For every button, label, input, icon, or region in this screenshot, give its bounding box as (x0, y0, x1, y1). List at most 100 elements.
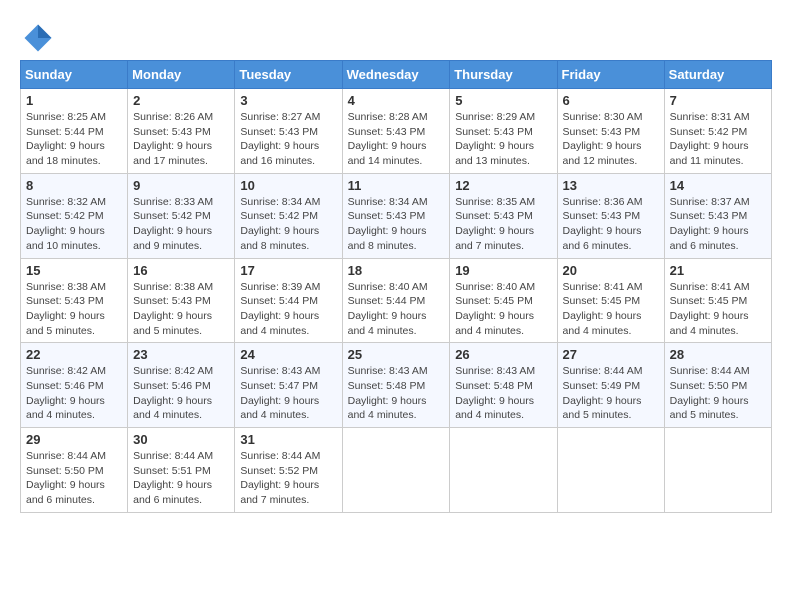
day-info: Sunrise: 8:35 AM Sunset: 5:43 PM Dayligh… (455, 195, 551, 254)
day-info: Sunrise: 8:44 AM Sunset: 5:50 PM Dayligh… (670, 364, 766, 423)
day-number: 25 (348, 347, 445, 362)
day-number: 1 (26, 93, 122, 108)
day-number: 8 (26, 178, 122, 193)
page-header (20, 20, 772, 56)
day-number: 16 (133, 263, 229, 278)
day-number: 30 (133, 432, 229, 447)
weekday-header-thursday: Thursday (450, 61, 557, 89)
day-number: 5 (455, 93, 551, 108)
day-number: 31 (240, 432, 336, 447)
day-number: 13 (563, 178, 659, 193)
day-number: 20 (563, 263, 659, 278)
calendar-cell: 31 Sunrise: 8:44 AM Sunset: 5:52 PM Dayl… (235, 428, 342, 513)
calendar-cell (557, 428, 664, 513)
day-info: Sunrise: 8:43 AM Sunset: 5:48 PM Dayligh… (348, 364, 445, 423)
day-info: Sunrise: 8:44 AM Sunset: 5:50 PM Dayligh… (26, 449, 122, 508)
day-info: Sunrise: 8:41 AM Sunset: 5:45 PM Dayligh… (563, 280, 659, 339)
calendar-week-1: 1 Sunrise: 8:25 AM Sunset: 5:44 PM Dayli… (21, 89, 772, 174)
day-number: 17 (240, 263, 336, 278)
day-number: 27 (563, 347, 659, 362)
day-info: Sunrise: 8:31 AM Sunset: 5:42 PM Dayligh… (670, 110, 766, 169)
day-number: 12 (455, 178, 551, 193)
day-number: 19 (455, 263, 551, 278)
calendar-cell: 13 Sunrise: 8:36 AM Sunset: 5:43 PM Dayl… (557, 173, 664, 258)
calendar-cell (342, 428, 450, 513)
calendar-table: SundayMondayTuesdayWednesdayThursdayFrid… (20, 60, 772, 513)
day-number: 10 (240, 178, 336, 193)
day-info: Sunrise: 8:25 AM Sunset: 5:44 PM Dayligh… (26, 110, 122, 169)
calendar-cell: 28 Sunrise: 8:44 AM Sunset: 5:50 PM Dayl… (664, 343, 771, 428)
calendar-cell: 7 Sunrise: 8:31 AM Sunset: 5:42 PM Dayli… (664, 89, 771, 174)
calendar-cell: 6 Sunrise: 8:30 AM Sunset: 5:43 PM Dayli… (557, 89, 664, 174)
calendar-cell: 11 Sunrise: 8:34 AM Sunset: 5:43 PM Dayl… (342, 173, 450, 258)
day-number: 6 (563, 93, 659, 108)
calendar-cell: 15 Sunrise: 8:38 AM Sunset: 5:43 PM Dayl… (21, 258, 128, 343)
day-info: Sunrise: 8:44 AM Sunset: 5:51 PM Dayligh… (133, 449, 229, 508)
calendar-cell: 26 Sunrise: 8:43 AM Sunset: 5:48 PM Dayl… (450, 343, 557, 428)
day-info: Sunrise: 8:42 AM Sunset: 5:46 PM Dayligh… (133, 364, 229, 423)
day-number: 15 (26, 263, 122, 278)
calendar-cell (664, 428, 771, 513)
calendar-week-2: 8 Sunrise: 8:32 AM Sunset: 5:42 PM Dayli… (21, 173, 772, 258)
day-number: 24 (240, 347, 336, 362)
calendar-cell: 30 Sunrise: 8:44 AM Sunset: 5:51 PM Dayl… (128, 428, 235, 513)
day-number: 4 (348, 93, 445, 108)
day-info: Sunrise: 8:44 AM Sunset: 5:49 PM Dayligh… (563, 364, 659, 423)
day-info: Sunrise: 8:34 AM Sunset: 5:42 PM Dayligh… (240, 195, 336, 254)
day-number: 18 (348, 263, 445, 278)
calendar-cell (450, 428, 557, 513)
calendar-cell: 9 Sunrise: 8:33 AM Sunset: 5:42 PM Dayli… (128, 173, 235, 258)
day-number: 11 (348, 178, 445, 193)
day-number: 14 (670, 178, 766, 193)
calendar-cell: 2 Sunrise: 8:26 AM Sunset: 5:43 PM Dayli… (128, 89, 235, 174)
day-info: Sunrise: 8:37 AM Sunset: 5:43 PM Dayligh… (670, 195, 766, 254)
day-info: Sunrise: 8:43 AM Sunset: 5:48 PM Dayligh… (455, 364, 551, 423)
day-info: Sunrise: 8:40 AM Sunset: 5:45 PM Dayligh… (455, 280, 551, 339)
day-info: Sunrise: 8:44 AM Sunset: 5:52 PM Dayligh… (240, 449, 336, 508)
day-info: Sunrise: 8:29 AM Sunset: 5:43 PM Dayligh… (455, 110, 551, 169)
day-number: 9 (133, 178, 229, 193)
day-number: 3 (240, 93, 336, 108)
day-info: Sunrise: 8:27 AM Sunset: 5:43 PM Dayligh… (240, 110, 336, 169)
day-info: Sunrise: 8:34 AM Sunset: 5:43 PM Dayligh… (348, 195, 445, 254)
calendar-week-4: 22 Sunrise: 8:42 AM Sunset: 5:46 PM Dayl… (21, 343, 772, 428)
calendar-cell: 5 Sunrise: 8:29 AM Sunset: 5:43 PM Dayli… (450, 89, 557, 174)
day-info: Sunrise: 8:33 AM Sunset: 5:42 PM Dayligh… (133, 195, 229, 254)
day-info: Sunrise: 8:32 AM Sunset: 5:42 PM Dayligh… (26, 195, 122, 254)
day-number: 22 (26, 347, 122, 362)
calendar-cell: 24 Sunrise: 8:43 AM Sunset: 5:47 PM Dayl… (235, 343, 342, 428)
weekday-header-saturday: Saturday (664, 61, 771, 89)
logo (20, 20, 62, 56)
weekday-header-wednesday: Wednesday (342, 61, 450, 89)
calendar-cell: 14 Sunrise: 8:37 AM Sunset: 5:43 PM Dayl… (664, 173, 771, 258)
calendar-cell: 3 Sunrise: 8:27 AM Sunset: 5:43 PM Dayli… (235, 89, 342, 174)
calendar-header-row: SundayMondayTuesdayWednesdayThursdayFrid… (21, 61, 772, 89)
calendar-cell: 1 Sunrise: 8:25 AM Sunset: 5:44 PM Dayli… (21, 89, 128, 174)
day-number: 21 (670, 263, 766, 278)
day-info: Sunrise: 8:41 AM Sunset: 5:45 PM Dayligh… (670, 280, 766, 339)
calendar-cell: 27 Sunrise: 8:44 AM Sunset: 5:49 PM Dayl… (557, 343, 664, 428)
day-number: 26 (455, 347, 551, 362)
calendar-cell: 20 Sunrise: 8:41 AM Sunset: 5:45 PM Dayl… (557, 258, 664, 343)
calendar-cell: 22 Sunrise: 8:42 AM Sunset: 5:46 PM Dayl… (21, 343, 128, 428)
day-info: Sunrise: 8:26 AM Sunset: 5:43 PM Dayligh… (133, 110, 229, 169)
calendar-cell: 8 Sunrise: 8:32 AM Sunset: 5:42 PM Dayli… (21, 173, 128, 258)
day-number: 23 (133, 347, 229, 362)
day-number: 28 (670, 347, 766, 362)
calendar-cell: 29 Sunrise: 8:44 AM Sunset: 5:50 PM Dayl… (21, 428, 128, 513)
calendar-cell: 19 Sunrise: 8:40 AM Sunset: 5:45 PM Dayl… (450, 258, 557, 343)
weekday-header-friday: Friday (557, 61, 664, 89)
weekday-header-sunday: Sunday (21, 61, 128, 89)
calendar-cell: 12 Sunrise: 8:35 AM Sunset: 5:43 PM Dayl… (450, 173, 557, 258)
day-info: Sunrise: 8:38 AM Sunset: 5:43 PM Dayligh… (133, 280, 229, 339)
calendar-cell: 18 Sunrise: 8:40 AM Sunset: 5:44 PM Dayl… (342, 258, 450, 343)
weekday-header-tuesday: Tuesday (235, 61, 342, 89)
day-info: Sunrise: 8:43 AM Sunset: 5:47 PM Dayligh… (240, 364, 336, 423)
day-info: Sunrise: 8:42 AM Sunset: 5:46 PM Dayligh… (26, 364, 122, 423)
day-info: Sunrise: 8:40 AM Sunset: 5:44 PM Dayligh… (348, 280, 445, 339)
day-number: 2 (133, 93, 229, 108)
calendar-cell: 21 Sunrise: 8:41 AM Sunset: 5:45 PM Dayl… (664, 258, 771, 343)
calendar-cell: 16 Sunrise: 8:38 AM Sunset: 5:43 PM Dayl… (128, 258, 235, 343)
calendar-cell: 4 Sunrise: 8:28 AM Sunset: 5:43 PM Dayli… (342, 89, 450, 174)
weekday-header-monday: Monday (128, 61, 235, 89)
